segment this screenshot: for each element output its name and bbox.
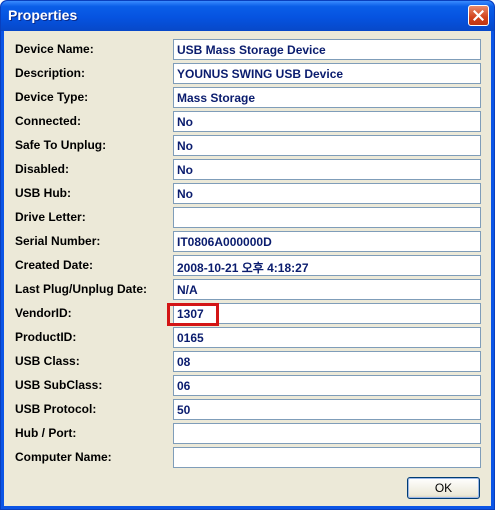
row-last-plug-unplug-date: Last Plug/Unplug Date: N/A	[4, 279, 491, 301]
close-icon	[473, 10, 484, 21]
title-bar[interactable]: Properties	[1, 1, 494, 31]
vendor-id-label: VendorID:	[15, 306, 72, 320]
device-name-label: Device Name:	[15, 42, 94, 56]
created-date-field[interactable]: 2008-10-21 오후 4:18:27	[173, 255, 481, 276]
usb-protocol-label: USB Protocol:	[15, 402, 97, 416]
ok-button[interactable]: OK	[407, 477, 480, 499]
row-hub-port: Hub / Port:	[4, 423, 491, 445]
hub-port-label: Hub / Port:	[15, 426, 77, 440]
disabled-field[interactable]: No	[173, 159, 481, 180]
row-created-date: Created Date: 2008-10-21 오후 4:18:27	[4, 255, 491, 277]
row-device-name: Device Name: USB Mass Storage Device	[4, 39, 491, 61]
usb-class-field[interactable]: 08	[173, 351, 481, 372]
properties-window: Properties Device Name: USB Mass Storage…	[0, 0, 495, 510]
last-plug-unplug-date-label: Last Plug/Unplug Date:	[15, 282, 147, 296]
disabled-label: Disabled:	[15, 162, 70, 176]
row-usb-protocol: USB Protocol: 50	[4, 399, 491, 421]
row-drive-letter: Drive Letter:	[4, 207, 491, 229]
row-device-type: Device Type: Mass Storage	[4, 87, 491, 109]
drive-letter-field[interactable]	[173, 207, 481, 228]
safe-to-unplug-label: Safe To Unplug:	[15, 138, 107, 152]
dialog-body: Device Name: USB Mass Storage Device Des…	[4, 31, 491, 506]
row-disabled: Disabled: No	[4, 159, 491, 181]
connected-field[interactable]: No	[173, 111, 481, 132]
row-computer-name: Computer Name:	[4, 447, 491, 469]
row-connected: Connected: No	[4, 111, 491, 133]
device-name-field[interactable]: USB Mass Storage Device	[173, 39, 481, 60]
row-vendor-id: VendorID: 1307	[4, 303, 491, 325]
safe-to-unplug-field[interactable]: No	[173, 135, 481, 156]
row-description: Description: YOUNUS SWING USB Device	[4, 63, 491, 85]
row-safe-to-unplug: Safe To Unplug: No	[4, 135, 491, 157]
description-field[interactable]: YOUNUS SWING USB Device	[173, 63, 481, 84]
serial-number-field[interactable]: IT0806A000000D	[173, 231, 481, 252]
row-serial-number: Serial Number: IT0806A000000D	[4, 231, 491, 253]
vendor-id-highlight-box	[167, 303, 219, 326]
row-usb-hub: USB Hub: No	[4, 183, 491, 205]
product-id-label: ProductID:	[15, 330, 77, 344]
usb-hub-label: USB Hub:	[15, 186, 71, 200]
usb-class-label: USB Class:	[15, 354, 80, 368]
usb-protocol-field[interactable]: 50	[173, 399, 481, 420]
usb-subclass-field[interactable]: 06	[173, 375, 481, 396]
vendor-id-field[interactable]: 1307	[173, 303, 481, 324]
drive-letter-label: Drive Letter:	[15, 210, 86, 224]
row-product-id: ProductID: 0165	[4, 327, 491, 349]
hub-port-field[interactable]	[173, 423, 481, 444]
close-button[interactable]	[468, 5, 489, 26]
usb-subclass-label: USB SubClass:	[15, 378, 103, 392]
created-date-label: Created Date:	[15, 258, 94, 272]
usb-hub-field[interactable]: No	[173, 183, 481, 204]
description-label: Description:	[15, 66, 86, 80]
window-title: Properties	[8, 7, 78, 23]
device-type-field[interactable]: Mass Storage	[173, 87, 481, 108]
product-id-field[interactable]: 0165	[173, 327, 481, 348]
row-usb-subclass: USB SubClass: 06	[4, 375, 491, 397]
serial-number-label: Serial Number:	[15, 234, 101, 248]
device-type-label: Device Type:	[15, 90, 89, 104]
computer-name-label: Computer Name:	[15, 450, 112, 464]
connected-label: Connected:	[15, 114, 81, 128]
last-plug-unplug-date-field[interactable]: N/A	[173, 279, 481, 300]
computer-name-field[interactable]	[173, 447, 481, 468]
row-usb-class: USB Class: 08	[4, 351, 491, 373]
